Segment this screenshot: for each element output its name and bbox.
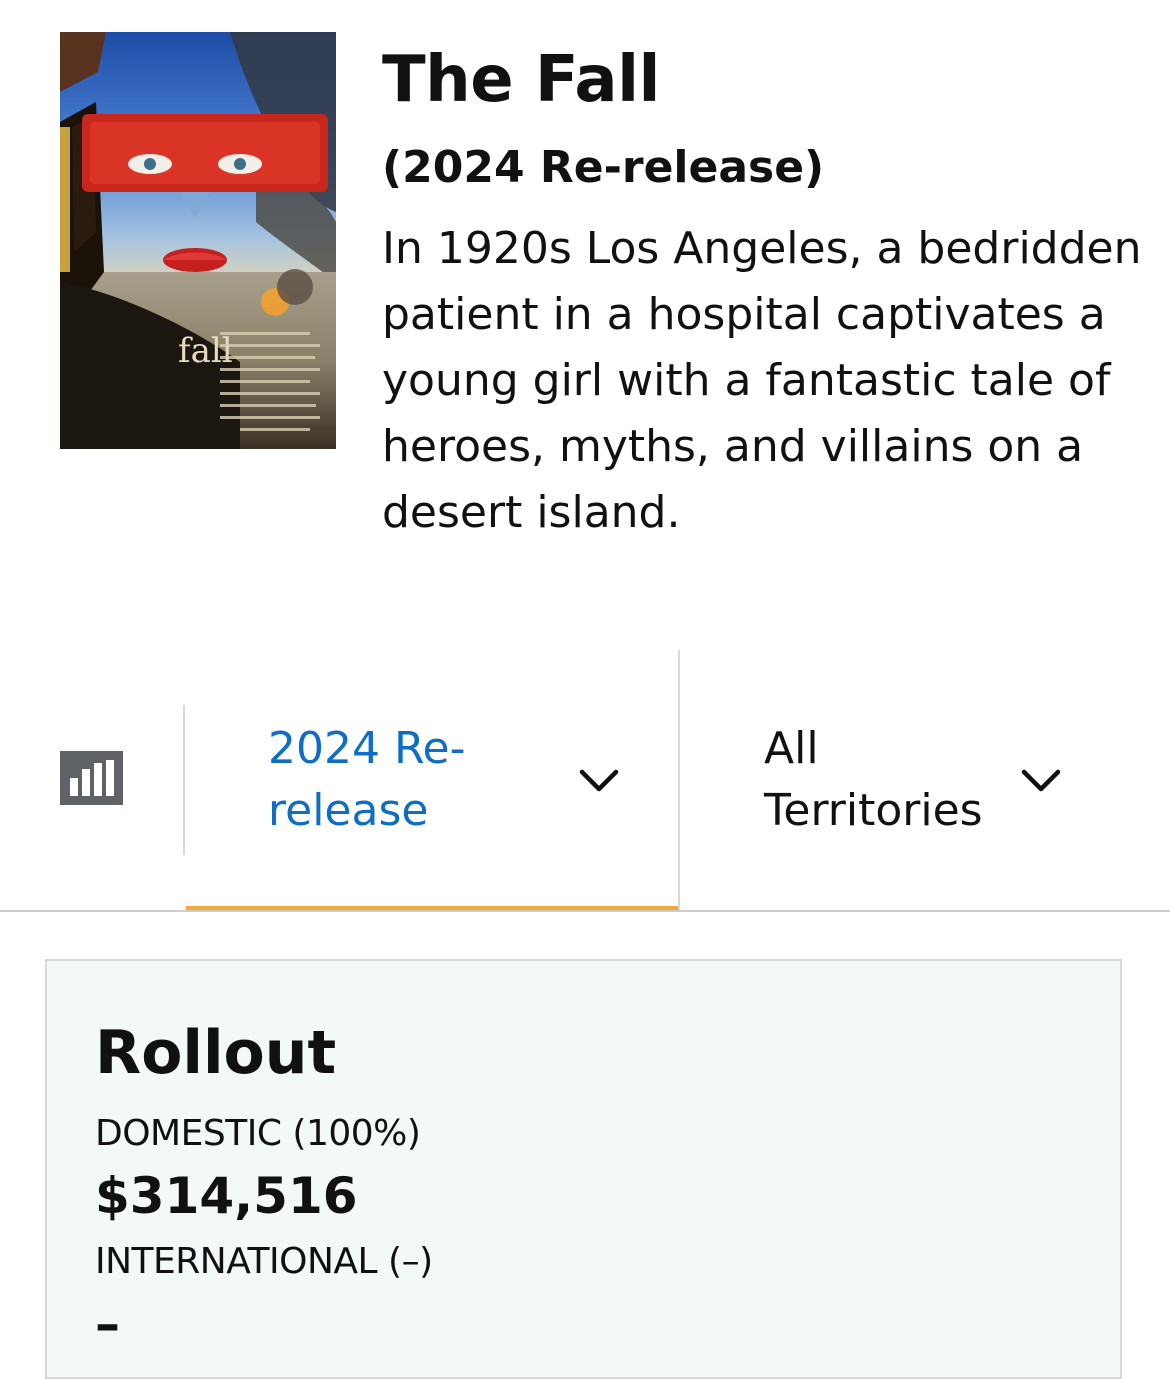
toolbar-divider	[183, 705, 185, 855]
release-select[interactable]: 2024 Re-release	[186, 650, 678, 910]
rollout-panel: Rollout DOMESTIC (100%) $314,516 INTERNA…	[45, 959, 1122, 1379]
release-select-label: 2024 Re-release	[268, 723, 466, 836]
bar-chart-icon	[70, 760, 114, 796]
movie-poster[interactable]: fall	[60, 32, 336, 449]
poster-title-text: fall	[178, 331, 233, 371]
domestic-label: DOMESTIC (100%)	[95, 1113, 421, 1154]
bar-chart-button[interactable]	[60, 751, 123, 805]
rollout-title: Rollout	[95, 1018, 337, 1088]
movie-title: The Fall	[382, 43, 660, 117]
chevron-down-icon	[1021, 769, 1061, 792]
release-label: (2024 Re-release)	[382, 142, 825, 193]
international-label: INTERNATIONAL (–)	[95, 1241, 433, 1282]
international-value: –	[95, 1295, 120, 1353]
domestic-value: $314,516	[95, 1167, 358, 1225]
movie-synopsis: In 1920s Los Angeles, a bedridden patien…	[382, 223, 1142, 538]
chevron-down-icon	[579, 769, 619, 792]
section-divider	[0, 910, 1170, 912]
territory-select-label: All Territories	[764, 723, 983, 836]
territory-select[interactable]: All Territories	[680, 650, 1170, 910]
